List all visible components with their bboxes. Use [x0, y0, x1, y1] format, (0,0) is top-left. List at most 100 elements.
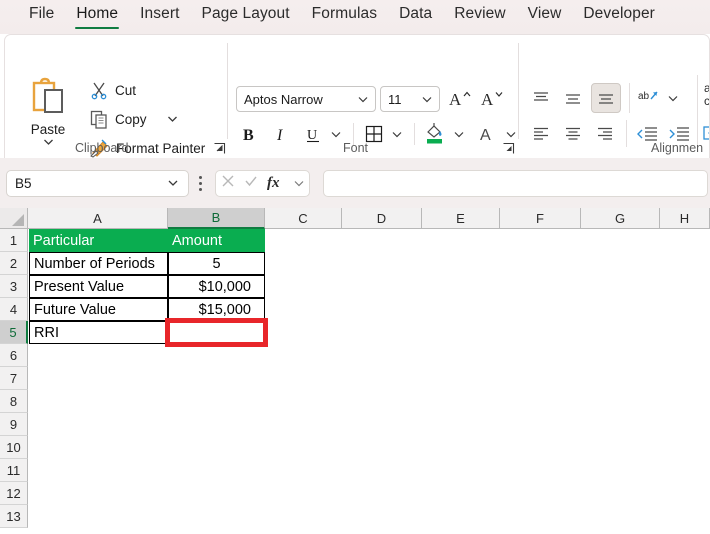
row-header-8[interactable]: 8: [0, 390, 28, 413]
row-header-8-label: 8: [9, 393, 18, 409]
increase-font-size-button[interactable]: A: [446, 86, 474, 112]
cell-a4[interactable]: Future Value: [29, 298, 168, 321]
font-name-chevron-down-icon[interactable]: [357, 92, 375, 107]
row-header-12[interactable]: 12: [0, 482, 28, 505]
tab-formulas[interactable]: Formulas: [301, 0, 388, 27]
insert-function-icon[interactable]: fx: [266, 173, 286, 195]
font-dialog-launcher[interactable]: [502, 142, 515, 155]
svg-text:I: I: [276, 127, 283, 144]
cell-a3-value: Present Value: [34, 278, 125, 295]
row-header-1[interactable]: 1: [0, 229, 28, 252]
clipboard-dialog-launcher[interactable]: [213, 142, 226, 155]
cut-button[interactable]: Cut: [89, 80, 136, 100]
alignment-right-separator: [697, 75, 698, 149]
column-header-g[interactable]: G: [581, 208, 660, 229]
tab-developer[interactable]: Developer: [572, 0, 666, 27]
excel-window: File Home Insert Page Layout Formulas Da…: [0, 0, 710, 534]
font-group-label: Font: [343, 141, 369, 155]
wrap-text-button[interactable]: ac: [704, 82, 709, 108]
formula-bar-overflow-button[interactable]: [199, 176, 204, 192]
row-header-10[interactable]: 10: [0, 436, 28, 459]
align-top-button[interactable]: [527, 85, 555, 112]
cell-b1[interactable]: Amount: [168, 229, 265, 252]
underline-button[interactable]: U: [300, 121, 326, 147]
font-size-value: 11: [388, 91, 402, 107]
cell-a2[interactable]: Number of Periods: [29, 252, 168, 275]
row-header-5[interactable]: 5: [0, 321, 28, 344]
row-header-1-label: 1: [9, 232, 18, 248]
svg-text:ab: ab: [638, 91, 650, 102]
row-header-12-label: 12: [6, 485, 21, 501]
tab-review-label: Review: [454, 5, 506, 22]
align-middle-button[interactable]: [559, 85, 587, 112]
font-color-button[interactable]: A: [475, 121, 501, 147]
name-box[interactable]: B5: [6, 170, 189, 197]
italic-button[interactable]: I: [268, 121, 294, 147]
cell-b1-value: Amount: [172, 232, 222, 249]
cancel-icon[interactable]: [220, 173, 236, 194]
cell-a3[interactable]: Present Value: [29, 275, 168, 298]
cell-b3[interactable]: $10,000: [168, 275, 265, 298]
align-center-button[interactable]: [559, 120, 587, 147]
align-bottom-button[interactable]: [591, 83, 621, 113]
align-right-button[interactable]: [591, 120, 619, 147]
decrease-font-size-button[interactable]: A: [478, 86, 506, 112]
row-header-7-label: 7: [9, 370, 18, 386]
bold-button[interactable]: B: [236, 121, 262, 147]
row-header-6[interactable]: 6: [0, 344, 28, 367]
row-header-11-label: 11: [6, 462, 21, 478]
paste-button[interactable]: Paste: [17, 77, 79, 158]
tab-home[interactable]: Home: [65, 0, 129, 29]
copy-button[interactable]: Copy: [89, 109, 179, 129]
fill-color-chevron-down-icon[interactable]: [450, 123, 468, 145]
column-header-b[interactable]: B: [168, 208, 265, 229]
align-left-button[interactable]: [527, 120, 555, 147]
name-box-chevron-down-icon[interactable]: [166, 176, 180, 191]
formula-input[interactable]: [323, 170, 708, 197]
tab-review[interactable]: Review: [443, 0, 516, 27]
tab-page-layout[interactable]: Page Layout: [191, 0, 301, 27]
row-header-9[interactable]: 9: [0, 413, 28, 436]
font-size-chevron-down-icon[interactable]: [421, 92, 439, 107]
merge-center-button[interactable]: [702, 120, 709, 145]
row-header-13[interactable]: 13: [0, 505, 28, 528]
increase-font-size-icon: A: [449, 90, 471, 109]
cell-a1[interactable]: Particular: [29, 229, 168, 252]
enter-icon[interactable]: [243, 173, 259, 194]
column-header-h[interactable]: H: [660, 208, 710, 229]
select-all-button[interactable]: [0, 208, 28, 229]
tab-data[interactable]: Data: [388, 0, 443, 27]
tab-view[interactable]: View: [517, 0, 573, 27]
fill-color-button[interactable]: [421, 119, 448, 147]
bold-icon: B: [243, 127, 254, 144]
orientation-chevron-down-icon[interactable]: [664, 87, 681, 109]
row-header-3[interactable]: 3: [0, 275, 28, 298]
borders-chevron-down-icon[interactable]: [388, 123, 406, 145]
cell-b5[interactable]: [168, 321, 265, 344]
cell-b2[interactable]: 5: [168, 252, 265, 275]
decrease-font-size-icon: A: [481, 90, 503, 109]
column-header-c[interactable]: C: [265, 208, 342, 229]
formula-bar-chevron-down-icon[interactable]: [293, 175, 305, 193]
row-header-11[interactable]: 11: [0, 459, 28, 482]
orientation-button[interactable]: ab: [635, 85, 663, 112]
row-header-4[interactable]: 4: [0, 298, 28, 321]
column-header-e[interactable]: E: [422, 208, 500, 229]
alignment-group-label: Alignmen: [651, 141, 704, 155]
cell-b4[interactable]: $15,000: [168, 298, 265, 321]
tab-insert[interactable]: Insert: [129, 0, 190, 27]
column-header-d[interactable]: D: [342, 208, 422, 229]
column-header-e-label: E: [456, 210, 465, 226]
row-header-2[interactable]: 2: [0, 252, 28, 275]
copy-chevron-down-icon[interactable]: [166, 114, 179, 124]
font-size-combo[interactable]: 11: [380, 86, 440, 112]
font-name-combo[interactable]: Aptos Narrow: [236, 86, 376, 112]
cell-a2-value: Number of Periods: [34, 255, 155, 272]
name-box-value: B5: [15, 176, 32, 191]
cell-a5[interactable]: RRI: [29, 321, 168, 344]
column-header-f[interactable]: F: [500, 208, 581, 229]
column-header-a[interactable]: A: [28, 208, 168, 229]
text-orientation-icon: ab: [638, 91, 658, 102]
row-header-7[interactable]: 7: [0, 367, 28, 390]
tab-file[interactable]: File: [18, 0, 65, 27]
